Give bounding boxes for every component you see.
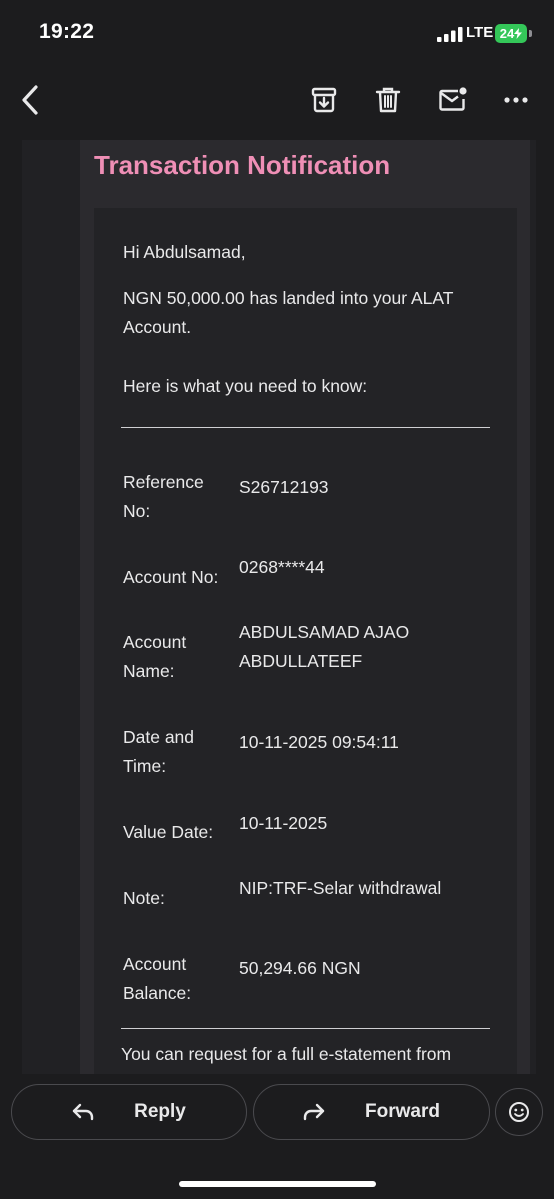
battery-indicator: 24	[495, 24, 527, 43]
more-horizontal-icon	[504, 97, 528, 103]
mail-unread-icon	[439, 87, 467, 111]
detail-value-value-date: 10-11-2025	[239, 813, 328, 833]
detail-label-balance-line1: Account	[123, 954, 187, 974]
footer-text: You can request for a full e-statement f…	[121, 1044, 452, 1064]
back-button[interactable]	[14, 84, 46, 116]
reply-button[interactable]: Reply	[11, 1084, 247, 1140]
mark-unread-button[interactable]	[437, 84, 469, 116]
detail-value-datetime: 10-11-2025 09:54:11	[239, 732, 399, 752]
detail-value-reference: S26712193	[239, 477, 329, 497]
status-time: 19:22	[39, 20, 95, 43]
forward-icon	[303, 1103, 325, 1121]
detail-value-note: NIP:TRF-Selar withdrawal	[239, 878, 442, 898]
divider-top	[121, 427, 490, 428]
more-button[interactable]	[500, 84, 532, 116]
chevron-left-icon	[22, 85, 38, 115]
divider-bottom	[121, 1028, 490, 1029]
archive-button[interactable]	[308, 84, 340, 116]
detail-label-note: Note:	[123, 888, 165, 908]
detail-value-balance: 50,294.66 NGN	[239, 958, 361, 978]
delete-button[interactable]	[372, 84, 404, 116]
message-text-line1: NGN 50,000.00 has landed into your ALAT	[123, 288, 454, 308]
status-bar: 19:22 LTE 24	[0, 0, 554, 62]
battery-level: 24	[499, 26, 515, 41]
detail-label-value-date: Value Date:	[123, 822, 214, 842]
email-title: Transaction Notification	[94, 150, 391, 180]
detail-label-datetime-line2: Time:	[123, 756, 167, 776]
greeting-text: Hi Abdulsamad,	[123, 242, 246, 262]
detail-label-reference-line1: Reference	[123, 472, 204, 492]
detail-value-account-name-line1: ABDULSAMAD AJAO	[239, 622, 410, 642]
battery-tip	[529, 30, 532, 37]
detail-label-reference-line2: No:	[123, 501, 151, 521]
forward-label: Forward	[365, 1101, 440, 1122]
home-indicator[interactable]	[179, 1181, 376, 1187]
network-type: LTE	[466, 24, 494, 41]
detail-value-account-name-line2: ABDULLATEEF	[239, 651, 363, 671]
charging-bolt-icon	[514, 28, 523, 39]
mail-toolbar	[0, 62, 554, 140]
detail-value-account-no: 0268****44	[239, 557, 325, 577]
signal-icon	[437, 27, 463, 42]
reply-label: Reply	[134, 1101, 186, 1122]
reply-icon	[72, 1103, 94, 1121]
trash-icon	[375, 87, 401, 113]
detail-label-account-no: Account No:	[123, 567, 219, 587]
email-margin-left	[22, 140, 80, 1074]
email-body[interactable]: Transaction Notification Hi Abdulsamad, …	[0, 140, 554, 1074]
detail-label-account-name-line1: Account	[123, 632, 187, 652]
archive-icon	[311, 87, 337, 113]
detail-label-balance-line2: Balance:	[123, 983, 192, 1003]
detail-label-datetime-line1: Date and	[123, 727, 195, 747]
emoji-reaction-button[interactable]	[495, 1088, 543, 1136]
message-text-line2: Account.	[123, 317, 192, 337]
intro-text: Here is what you need to know:	[123, 376, 368, 396]
detail-label-account-name-line2: Name:	[123, 661, 175, 681]
email-margin-right	[530, 140, 536, 1074]
forward-button[interactable]: Forward	[253, 1084, 490, 1140]
smiley-icon	[509, 1102, 529, 1122]
